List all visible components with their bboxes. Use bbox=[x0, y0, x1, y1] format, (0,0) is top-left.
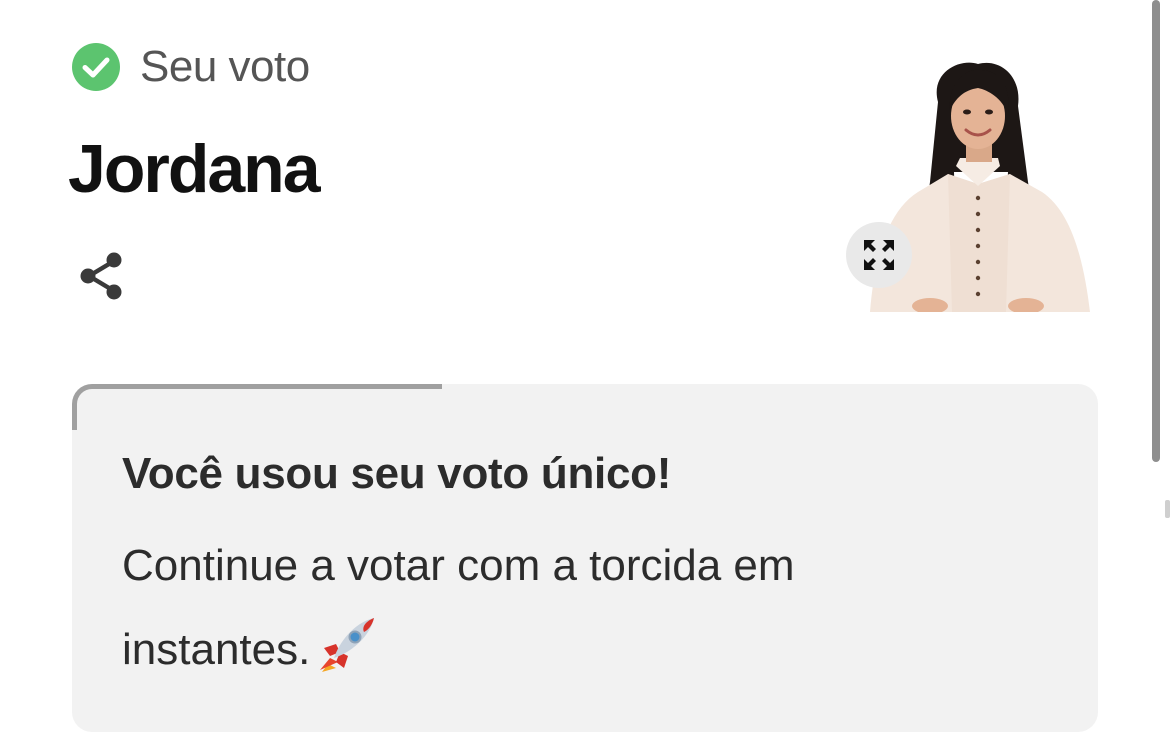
rocket-icon bbox=[320, 618, 375, 673]
share-button[interactable] bbox=[74, 248, 130, 304]
scrollbar[interactable] bbox=[1152, 0, 1160, 462]
vote-status-label: Seu voto bbox=[140, 42, 310, 91]
vote-confirmation-page: Seu voto Jordana Você usou seu voto únic… bbox=[0, 0, 1170, 746]
share-icon bbox=[80, 252, 122, 300]
card-body-text: Continue a votar com a torcida em instan… bbox=[122, 541, 795, 674]
card-title: Você usou seu voto único! bbox=[122, 449, 672, 498]
card-progress-indicator bbox=[72, 384, 442, 430]
expand-icon bbox=[864, 240, 894, 270]
info-card: Você usou seu voto único! Continue a vot… bbox=[72, 384, 1098, 732]
card-body: Continue a votar com a torcida em instan… bbox=[122, 524, 922, 692]
candidate-name: Jordana bbox=[68, 131, 321, 207]
vote-status: Seu voto bbox=[72, 42, 310, 92]
scrollbar-track-marker bbox=[1165, 500, 1170, 518]
expand-photo-button[interactable] bbox=[846, 222, 912, 288]
check-circle-icon bbox=[72, 43, 120, 91]
